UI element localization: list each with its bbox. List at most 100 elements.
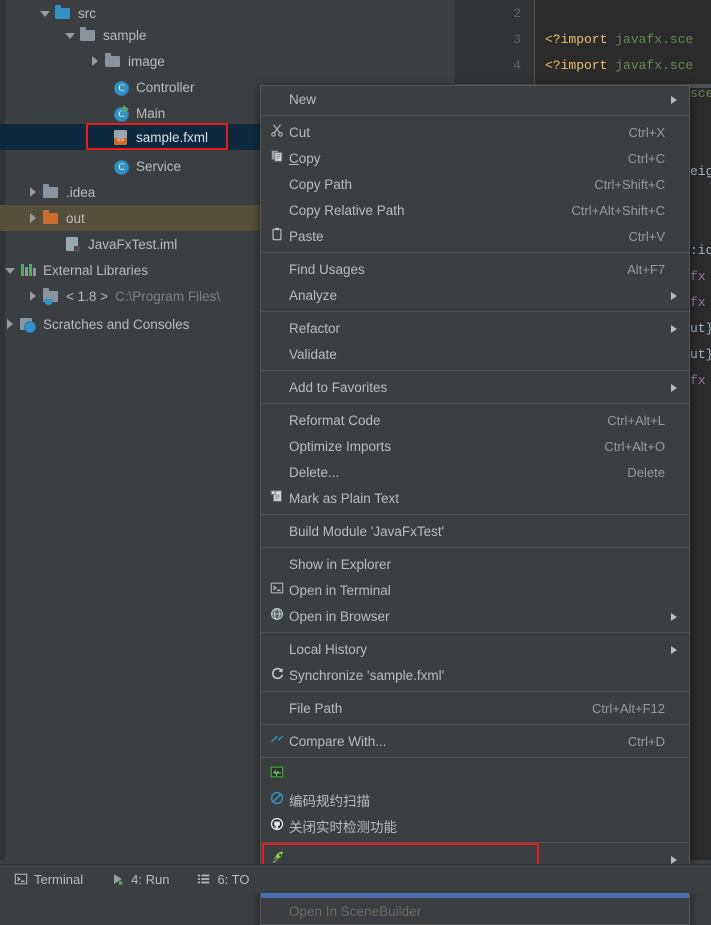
folder-package-icon <box>80 27 97 43</box>
menu-separator <box>261 514 689 515</box>
menu-item-mark-as-plain-text[interactable]: Mark as Plain Text <box>261 485 689 511</box>
no-icon <box>265 640 289 658</box>
menu-item-disable-realtime-detection[interactable]: 编码规约扫描 <box>261 787 689 813</box>
compare-icon <box>265 732 289 750</box>
status-item-todo[interactable]: 6: TO <box>197 872 249 887</box>
menu-separator <box>261 403 689 404</box>
menu-item-open-in-terminal[interactable]: Open in Terminal <box>261 577 689 603</box>
folder-icon <box>43 184 60 200</box>
chevron-right-icon[interactable] <box>28 290 39 302</box>
menu-item-file-path[interactable]: File Path Ctrl+Alt+F12 <box>261 695 689 721</box>
disable-icon <box>265 791 289 809</box>
no-icon <box>265 260 289 278</box>
status-item-run[interactable]: 4: Run <box>111 872 169 887</box>
tree-row-sample[interactable]: sample <box>0 22 455 48</box>
iml-file-icon <box>65 236 82 252</box>
menu-separator <box>261 757 689 758</box>
menu-item-reformat-code[interactable]: Reformat Code Ctrl+Alt+L <box>261 407 689 433</box>
folder-source-icon <box>55 5 72 21</box>
no-icon <box>265 286 289 304</box>
no-icon <box>265 437 289 455</box>
no-icon <box>265 90 289 108</box>
menu-separator <box>261 547 689 548</box>
menu-item-optimize-imports[interactable]: Optimize Imports Ctrl+Alt+O <box>261 433 689 459</box>
paste-icon <box>265 227 289 245</box>
menu-item-refactor[interactable]: Refactor <box>261 315 689 341</box>
no-icon <box>265 345 289 363</box>
status-bar[interactable]: Terminal 4: Run 6: TO <box>0 864 711 893</box>
menu-item-add-to-favorites[interactable]: Add to Favorites <box>261 374 689 400</box>
tree-row-image[interactable]: image <box>0 48 455 74</box>
code-line: <?import javafx.sce <box>545 32 694 47</box>
context-menu[interactable]: New Cut Ctrl+X CCopyopy Ctrl+C Co <box>260 85 690 925</box>
menu-item-analyze[interactable]: Analyze <box>261 282 689 308</box>
copy-icon <box>265 149 289 167</box>
no-icon <box>265 699 289 717</box>
chevron-down-icon[interactable] <box>40 8 51 19</box>
chevron-right-icon[interactable] <box>28 186 39 198</box>
java-class-runnable-icon: C <box>113 105 130 122</box>
code-line: <?import javafx.sce <box>545 58 694 73</box>
folder-excluded-icon <box>43 210 60 226</box>
java-class-icon: C <box>113 79 130 96</box>
chevron-down-icon[interactable] <box>65 30 76 41</box>
todo-icon <box>197 872 211 886</box>
menu-item-copy[interactable]: CCopyopy Ctrl+C <box>261 145 689 171</box>
menu-item-convert-java-to-kotlin[interactable]: Open In SceneBuilder <box>261 898 689 924</box>
menu-item-paste[interactable]: Paste Ctrl+V <box>261 223 689 249</box>
code-fragment: ut} <box>690 347 711 362</box>
menu-separator <box>261 370 689 371</box>
menu-item-compare-with[interactable]: Compare With... Ctrl+D <box>261 728 689 754</box>
menu-item-validate[interactable]: Validate <box>261 341 689 367</box>
menu-item-show-in-explorer[interactable]: Show in Explorer <box>261 551 689 577</box>
menu-item-open-in-browser[interactable]: Open in Browser <box>261 603 689 629</box>
github-icon <box>265 817 289 835</box>
menu-item-new[interactable]: New <box>261 86 689 112</box>
code-fragment: ut} <box>690 321 711 336</box>
folder-package-icon <box>105 53 122 69</box>
scan-icon <box>265 765 289 783</box>
no-icon <box>265 378 289 396</box>
status-item-label: Terminal <box>34 871 84 887</box>
run-icon <box>111 872 125 886</box>
menu-separator <box>261 632 689 633</box>
line-number: 3 <box>513 32 521 47</box>
menu-item-copy-relative-path[interactable]: Copy Relative Path Ctrl+Alt+Shift+C <box>261 197 689 223</box>
scissors-icon <box>265 123 289 141</box>
chevron-down-icon[interactable] <box>5 265 16 276</box>
menu-item-cut[interactable]: Cut Ctrl+X <box>261 119 689 145</box>
code-fragment: :id <box>690 243 711 258</box>
terminal-icon <box>14 872 28 886</box>
menu-item-local-history[interactable]: Local History <box>261 636 689 662</box>
no-icon <box>265 463 289 481</box>
scratches-icon <box>20 316 37 333</box>
code-fragment: sce <box>690 86 711 101</box>
status-item-label: 4: Run <box>131 871 170 887</box>
menu-separator <box>261 252 689 253</box>
no-icon <box>265 175 289 193</box>
menu-item-code-convention-scan[interactable] <box>261 761 689 787</box>
code-fragment: fx <box>690 269 706 284</box>
code-fragment: fx <box>690 295 706 310</box>
menu-separator <box>261 115 689 116</box>
chevron-right-icon[interactable] <box>28 212 39 224</box>
menu-item-copy-path[interactable]: Copy Path Ctrl+Shift+C <box>261 171 689 197</box>
no-icon <box>265 522 289 540</box>
external-libraries-icon <box>20 262 37 278</box>
java-class-icon: C <box>113 158 130 175</box>
line-number: 2 <box>513 6 521 21</box>
menu-separator <box>261 724 689 725</box>
no-icon <box>265 902 289 920</box>
menu-item-synchronize[interactable]: Synchronize 'sample.fxml' <box>261 662 689 688</box>
refresh-icon <box>265 666 289 684</box>
chevron-right-icon[interactable] <box>5 318 16 330</box>
chevron-right-icon[interactable] <box>90 55 101 67</box>
status-item-terminal[interactable]: Terminal <box>14 872 83 887</box>
no-icon <box>265 555 289 573</box>
menu-item-create-gist[interactable]: 关闭实时检测功能 <box>261 813 689 839</box>
menu-item-find-usages[interactable]: Find Usages Alt+F7 <box>261 256 689 282</box>
menu-item-delete[interactable]: Delete... Delete <box>261 459 689 485</box>
menu-item-build-module[interactable]: Build Module 'JavaFxTest' <box>261 518 689 544</box>
jdk-folder-icon <box>43 288 60 305</box>
menu-separator <box>261 691 689 692</box>
